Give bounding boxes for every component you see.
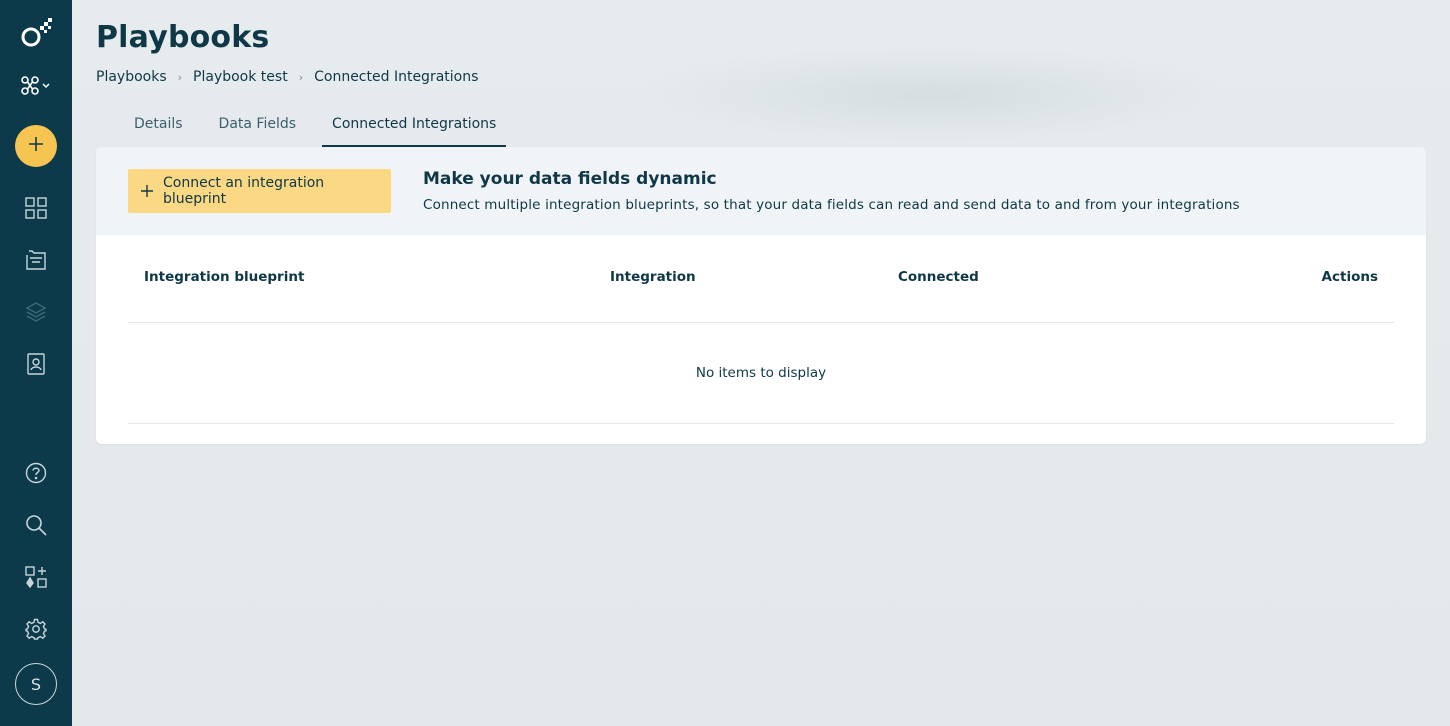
avatar[interactable]: S (15, 663, 57, 705)
plus-icon (27, 135, 45, 157)
integrations-icon (25, 566, 47, 588)
gear-icon (25, 618, 47, 640)
sidebar-item-files[interactable] (0, 240, 72, 280)
main-content: Playbooks Playbooks › Playbook test › Co… (72, 0, 1450, 726)
banner-description: Connect multiple integration blueprints,… (423, 197, 1240, 213)
module-switch-button[interactable] (0, 66, 72, 106)
column-header-connected[interactable]: Connected (898, 269, 979, 285)
info-banner: Connect an integration blueprint Make yo… (96, 147, 1426, 235)
dashboard-icon (25, 197, 47, 219)
settings-button[interactable] (0, 609, 72, 649)
search-button[interactable] (0, 505, 72, 545)
layers-icon (25, 301, 47, 323)
search-icon (25, 514, 47, 536)
column-header-blueprint[interactable]: Integration blueprint (144, 269, 304, 285)
empty-state-text: No items to display (695, 365, 827, 381)
plus-icon (140, 184, 154, 198)
column-header-integration[interactable]: Integration (610, 269, 696, 285)
create-button[interactable] (15, 125, 57, 167)
tab-connected-integrations[interactable]: Connected Integrations (322, 100, 507, 147)
column-header-actions: Actions (1321, 269, 1378, 285)
brand-logo-icon[interactable] (0, 14, 72, 52)
folder-icon (25, 249, 47, 271)
modules-icon (19, 75, 53, 97)
sidebar-item-layers[interactable] (0, 292, 72, 332)
page-title: Playbooks (96, 20, 270, 55)
chevron-right-icon: › (298, 70, 304, 84)
app-window: S Playbooks Playbooks › Playbook test › … (0, 0, 1450, 726)
connect-blueprint-label: Connect an integration blueprint (163, 175, 325, 207)
sidebar: S (0, 0, 72, 726)
help-button[interactable] (0, 453, 72, 493)
table-header: Integration blueprint Integration Connec… (128, 235, 1394, 323)
connect-blueprint-button[interactable]: Connect an integration blueprint (128, 169, 391, 213)
breadcrumb-item-playbook[interactable]: Playbook test (193, 69, 288, 85)
contacts-icon (25, 353, 47, 375)
tab-details[interactable]: Details (124, 100, 193, 147)
sidebar-item-contacts[interactable] (0, 344, 72, 384)
breadcrumb-item-current: Connected Integrations (314, 69, 479, 85)
breadcrumb-item-playbooks[interactable]: Playbooks (96, 69, 167, 85)
integrations-card: Connect an integration blueprint Make yo… (96, 147, 1426, 444)
breadcrumb: Playbooks › Playbook test › Connected In… (96, 68, 478, 86)
tab-data-fields[interactable]: Data Fields (209, 100, 307, 147)
banner-title: Make your data fields dynamic (423, 169, 717, 189)
sidebar-item-dashboard[interactable] (0, 188, 72, 228)
help-icon (25, 462, 47, 484)
avatar-initial: S (30, 674, 42, 694)
chevron-right-icon: › (177, 70, 183, 84)
integrations-button[interactable] (0, 557, 72, 597)
tab-bar: Details Data Fields Connected Integratio… (124, 100, 522, 147)
empty-state: No items to display (128, 323, 1394, 424)
